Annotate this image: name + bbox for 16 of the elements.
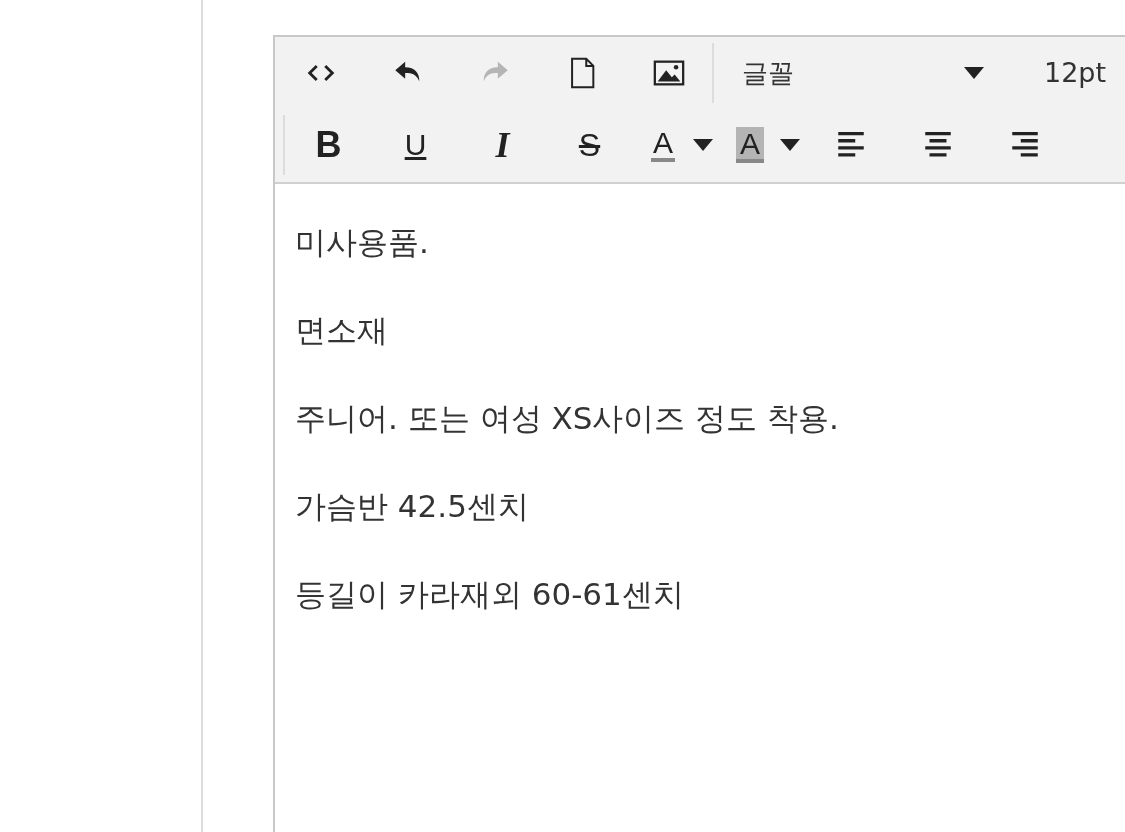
caret-icon bbox=[780, 139, 800, 151]
paragraph: 가슴반 42.5센치 bbox=[295, 487, 530, 526]
paragraph: 미사용품. bbox=[295, 223, 430, 262]
italic-button[interactable]: I bbox=[459, 117, 546, 173]
font-select[interactable]: 글꼴 bbox=[714, 45, 1002, 101]
paragraph: 등길이 카라재외 60-61센치 bbox=[295, 575, 685, 614]
caret-icon bbox=[693, 139, 713, 151]
text-color-button[interactable]: A bbox=[633, 117, 693, 173]
caret-icon bbox=[964, 67, 984, 79]
underline-button[interactable]: U bbox=[372, 117, 459, 173]
paragraph: 주니어. 또는 여성 XS사이즈 정도 착용. bbox=[295, 399, 840, 438]
paragraph: 면소재 bbox=[295, 311, 389, 350]
font-size-select[interactable]: 12pt bbox=[1002, 52, 1107, 94]
background-color-button[interactable]: A bbox=[720, 117, 780, 173]
bold-button[interactable]: B bbox=[285, 117, 372, 173]
strikethrough-button[interactable]: S bbox=[546, 117, 633, 173]
